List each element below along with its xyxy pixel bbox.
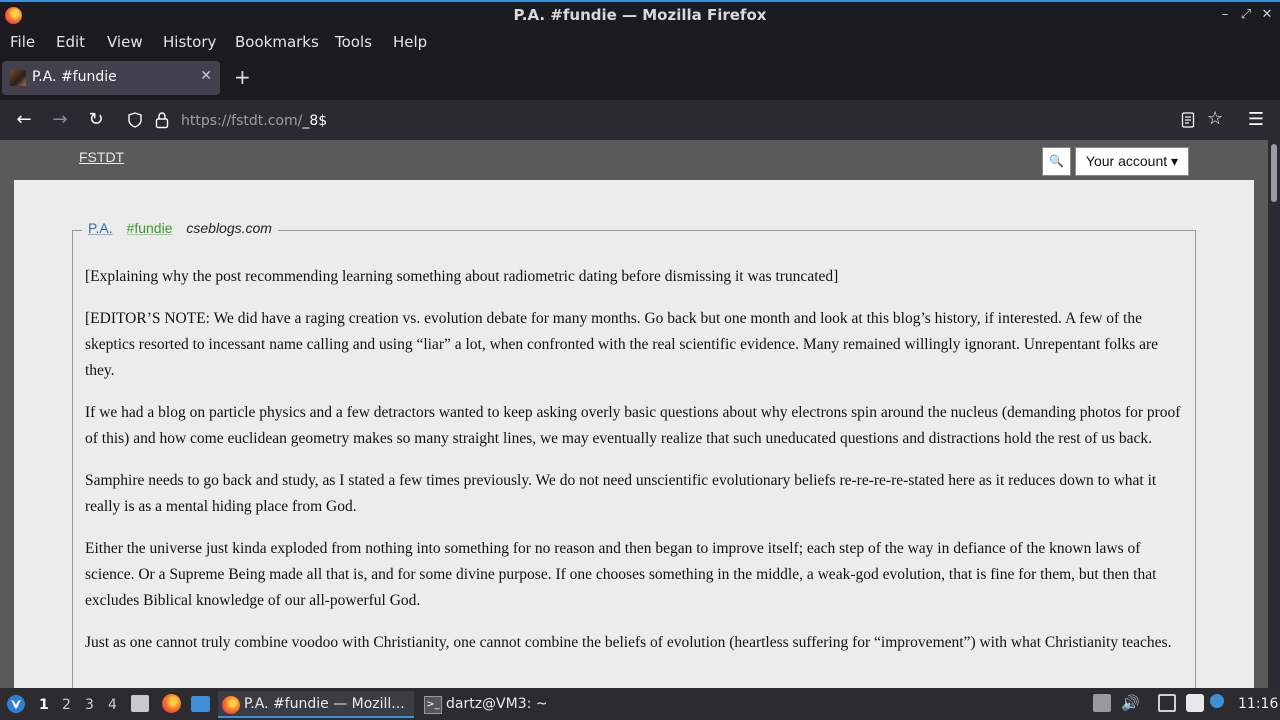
- menu-history[interactable]: History: [163, 33, 216, 51]
- minimize-icon[interactable]: –: [1218, 7, 1232, 23]
- workspace-2[interactable]: 2: [62, 697, 71, 713]
- url-bar[interactable]: https://fstdt.com/_8$ ☆: [118, 104, 1236, 136]
- bookmark-star-icon[interactable]: ☆: [1207, 108, 1223, 129]
- quote-card: P.A. #fundie cseblogs.com [Explaining wh…: [14, 180, 1254, 688]
- notes-icon[interactable]: [1186, 694, 1204, 712]
- update-notifier-icon[interactable]: [1210, 694, 1224, 708]
- task-firefox[interactable]: P.A. #fundie — Mozill...: [218, 691, 414, 718]
- url-text[interactable]: https://fstdt.com/_8$: [181, 113, 327, 129]
- start-menu-icon[interactable]: [6, 694, 26, 714]
- maximize-icon[interactable]: ⤢: [1239, 7, 1253, 23]
- firefox-launcher-icon[interactable]: [162, 694, 181, 713]
- menu-tools[interactable]: Tools: [335, 33, 372, 51]
- quote-author-link[interactable]: P.A.: [88, 220, 113, 236]
- tab-active[interactable]: P.A. #fundie ✕: [2, 61, 220, 95]
- menu-view[interactable]: View: [107, 33, 143, 51]
- quote-paragraph: [Explaining why the post recommending le…: [85, 268, 839, 285]
- url-path: _8$: [302, 113, 328, 129]
- display-icon[interactable]: [1158, 694, 1176, 712]
- reader-view-icon[interactable]: [1181, 112, 1195, 128]
- quote-source: cseblogs.com: [186, 220, 272, 236]
- site-favicon-icon: [10, 70, 26, 86]
- close-icon[interactable]: ✕: [1260, 7, 1274, 23]
- quote-header: P.A. #fundie cseblogs.com: [82, 220, 278, 236]
- window-titlebar: P.A. #fundie — Mozilla Firefox – ⤢ ✕: [0, 0, 1280, 29]
- shield-icon[interactable]: [127, 112, 143, 128]
- quote-paragraph: Samphire needs to go back and study, as …: [85, 472, 1157, 515]
- app-menu-icon[interactable]: ☰: [1244, 108, 1268, 132]
- terminal-icon: >_: [424, 696, 442, 714]
- site-search-button[interactable]: 🔍: [1042, 147, 1071, 176]
- task-terminal[interactable]: >_ dartz@VM3: ~: [420, 691, 550, 718]
- task-label: P.A. #fundie — Mozill...: [244, 696, 405, 712]
- menu-bookmarks[interactable]: Bookmarks: [235, 33, 319, 51]
- new-tab-icon[interactable]: +: [234, 67, 251, 87]
- firefox-task-icon: [222, 696, 240, 714]
- forward-icon[interactable]: →: [48, 108, 72, 132]
- tab-title: P.A. #fundie: [32, 69, 117, 85]
- menu-edit[interactable]: Edit: [56, 33, 85, 51]
- window-title: P.A. #fundie — Mozilla Firefox: [513, 6, 767, 24]
- quote-body: [Explaining why the post recommending le…: [85, 264, 1185, 672]
- workspace-4[interactable]: 4: [108, 697, 117, 713]
- site-logo[interactable]: FSTDT: [79, 149, 124, 165]
- clipboard-icon[interactable]: [1093, 694, 1111, 712]
- lock-icon[interactable]: [154, 111, 170, 129]
- menu-file[interactable]: File: [10, 33, 35, 51]
- quote-paragraph: Either the universe just kinda exploded …: [85, 540, 1157, 609]
- file-manager-icon[interactable]: [131, 695, 149, 712]
- tab-bar: P.A. #fundie ✕ +: [0, 56, 1280, 100]
- url-host: https://fstdt.com/: [181, 113, 303, 129]
- quote-paragraph: If we had a blog on particle physics and…: [85, 404, 1181, 447]
- your-account-button[interactable]: Your account ▾: [1075, 147, 1189, 176]
- volume-icon[interactable]: 🔊: [1121, 694, 1140, 712]
- tab-close-icon[interactable]: ✕: [200, 68, 212, 84]
- workspace-3[interactable]: 3: [85, 697, 94, 713]
- menu-bar: File Edit View History Bookmarks Tools H…: [0, 29, 1280, 56]
- scrollbar-thumb[interactable]: [1271, 144, 1277, 202]
- menu-help[interactable]: Help: [393, 33, 427, 51]
- task-label: dartz@VM3: ~: [446, 696, 548, 712]
- quote-tag-link[interactable]: #fundie: [127, 220, 173, 236]
- quote-paragraph: [EDITOR’S NOTE: We did have a raging cre…: [85, 310, 1159, 379]
- quote-paragraph: Just as one cannot truly combine voodoo …: [85, 634, 1172, 651]
- taskbar-clock: 11:16: [1238, 696, 1279, 712]
- page-scrollbar[interactable]: [1268, 140, 1280, 688]
- desktop-icon[interactable]: [191, 696, 210, 712]
- navigation-bar: ← → ↻ https://fstdt.com/_8$ ☆ ☰: [0, 100, 1280, 140]
- taskbar: 1 2 3 4 P.A. #fundie — Mozill... >_ dart…: [0, 688, 1280, 720]
- search-icon: 🔍: [1049, 154, 1064, 168]
- reload-icon[interactable]: ↻: [84, 108, 108, 132]
- back-icon[interactable]: ←: [12, 108, 36, 132]
- page-viewport: FSTDT 🔍 Your account ▾ P.A. #fundie cseb…: [0, 140, 1268, 688]
- workspace-1[interactable]: 1: [39, 697, 49, 713]
